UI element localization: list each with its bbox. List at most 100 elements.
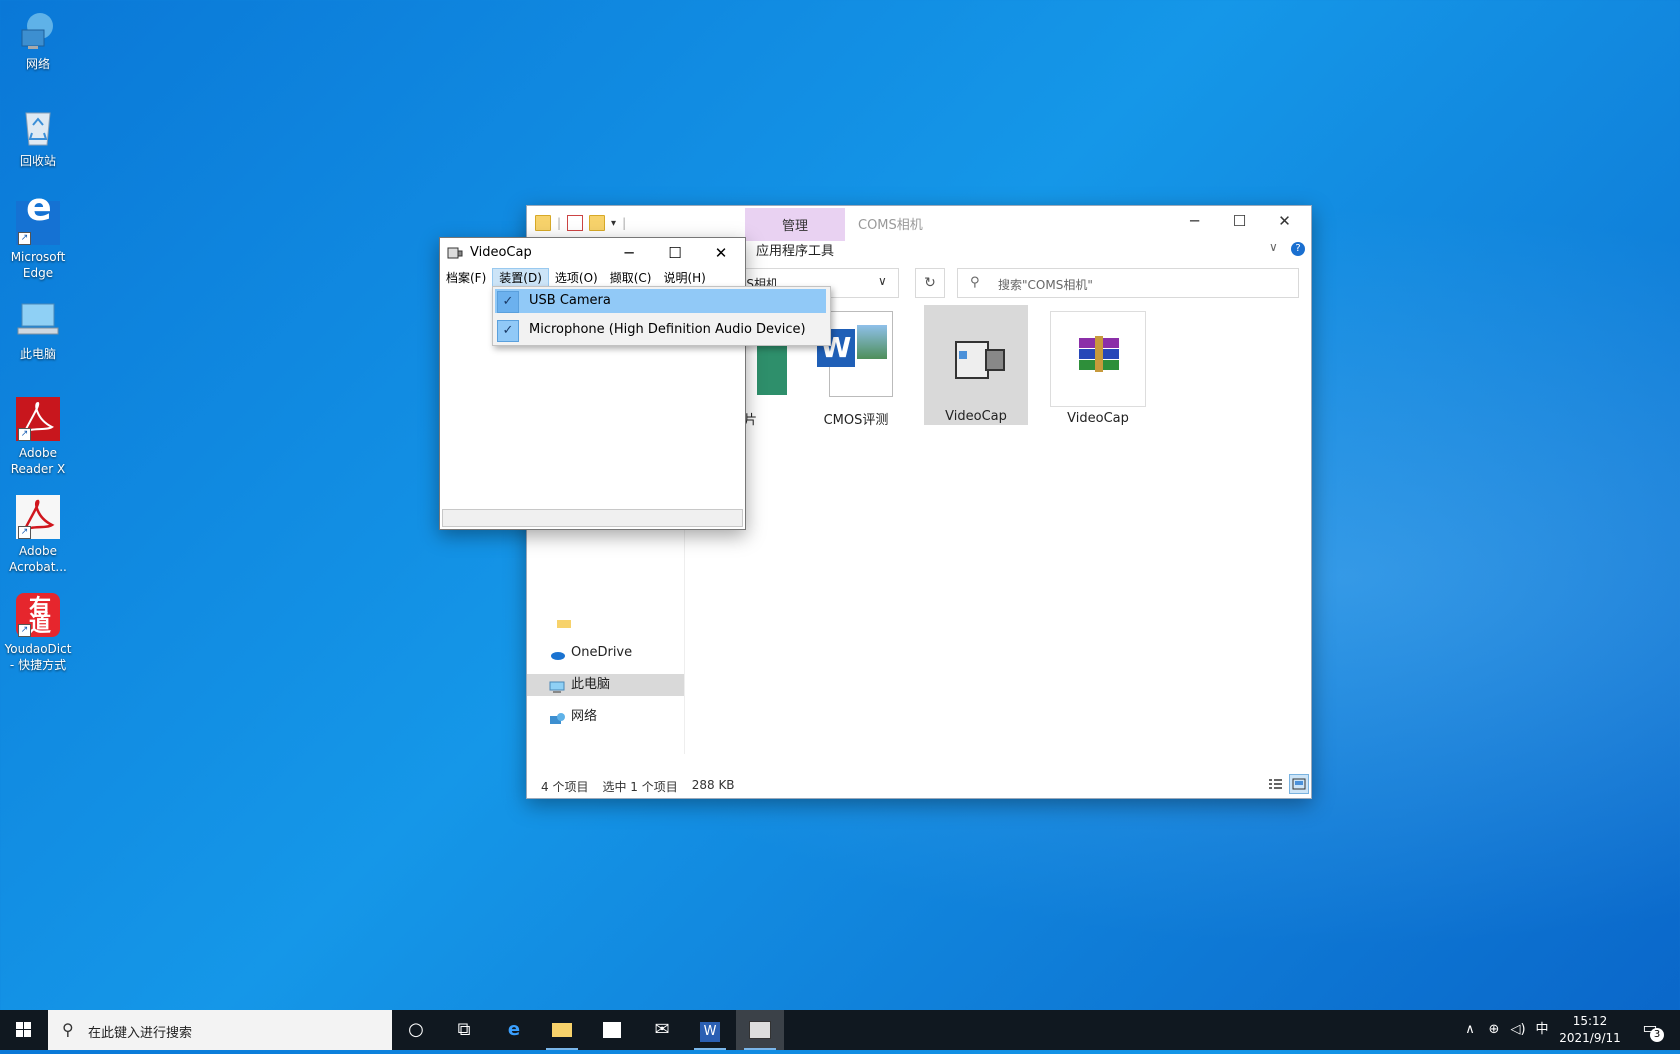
- shortcut-arrow-icon: ↗: [18, 526, 31, 539]
- check-icon: ✓: [497, 291, 519, 313]
- nav-label: 此电脑: [571, 677, 611, 692]
- videocap-status-bar: [442, 509, 743, 527]
- volume-icon[interactable]: ◁): [1508, 1010, 1528, 1050]
- menu-bar: 档案(F) 装置(D) 选项(O) 撷取(C) 说明(H): [440, 268, 745, 288]
- menu-item-label: Microphone (High Definition Audio Device…: [529, 322, 806, 337]
- videocap-titlebar: VideoCap ─ ☐ ✕: [440, 238, 745, 268]
- file-explorer-taskbar-icon[interactable]: [538, 1010, 586, 1050]
- selected-count: 选中 1 个项目: [602, 780, 678, 794]
- chevron-down-icon[interactable]: ∨: [878, 274, 887, 288]
- winrar-icon: [1050, 311, 1146, 407]
- maximize-button[interactable]: ☐: [652, 238, 698, 268]
- videocap-window: VideoCap ─ ☐ ✕ 档案(F) 装置(D) 选项(O) 撷取(C) 说…: [439, 237, 746, 530]
- this-pc-icon: [16, 298, 60, 342]
- new-folder-icon[interactable]: [589, 215, 606, 231]
- nav-label: OneDrive: [571, 645, 633, 660]
- menu-capture[interactable]: 撷取(C): [604, 268, 658, 288]
- search-icon: ⚲: [970, 275, 980, 290]
- start-button[interactable]: [0, 1010, 48, 1050]
- ribbon-manage-tab[interactable]: 管理 应用程序工具: [745, 208, 845, 263]
- this-pc-icon: [549, 679, 565, 693]
- desktop-icon-youdao[interactable]: 有道 ↗ YoudaoDict - 快捷方式: [2, 593, 74, 673]
- refresh-button[interactable]: ↻: [915, 268, 945, 298]
- nav-item-onedrive[interactable]: OneDrive: [549, 642, 632, 664]
- nav-label: 网络: [571, 709, 598, 724]
- youdao-icon: 有道 ↗: [16, 593, 60, 637]
- system-clock[interactable]: 15:12 2021/9/11: [1555, 1013, 1625, 1047]
- task-view-icon[interactable]: ⧉: [440, 1010, 488, 1050]
- minimize-button[interactable]: ─: [606, 238, 652, 268]
- videocap-app-icon: [447, 245, 463, 261]
- properties-icon[interactable]: [567, 215, 584, 231]
- close-button[interactable]: ✕: [698, 238, 744, 268]
- videocap-taskbar-icon[interactable]: [736, 1010, 784, 1050]
- status-bar: 4 个项目 选中 1 个项目 288 KB: [541, 778, 735, 795]
- globe-network-icon[interactable]: ⊕: [1484, 1010, 1504, 1050]
- file-item-selected[interactable]: VideoCap: [924, 305, 1028, 425]
- menu-file[interactable]: 档案(F): [440, 268, 492, 288]
- file-item[interactable]: VideoCap: [1046, 305, 1150, 426]
- mail-taskbar-icon[interactable]: ✉: [638, 1010, 686, 1050]
- desktop-icon-adobe-acrobat[interactable]: ↗ Adobe Acrobat...: [2, 495, 74, 575]
- desktop-icon-label: 网络: [25, 57, 50, 71]
- menu-options[interactable]: 选项(O): [549, 268, 604, 288]
- quick-access-toolbar: | ▾ |: [535, 214, 626, 232]
- view-toggle: [1265, 774, 1309, 794]
- edge-icon: e ↗: [16, 188, 60, 245]
- separator: |: [622, 216, 627, 230]
- menu-item-microphone[interactable]: ✓ Microphone (High Definition Audio Devi…: [495, 318, 826, 342]
- separator: |: [557, 216, 562, 230]
- ribbon-expand-icon[interactable]: ∨: [1269, 240, 1278, 254]
- taskbar-search-box[interactable]: ⚲ 在此键入进行搜索: [48, 1010, 392, 1050]
- word-taskbar-icon[interactable]: W: [686, 1010, 734, 1050]
- cortana-icon[interactable]: ○: [392, 1010, 440, 1050]
- menu-item-label: USB Camera: [529, 293, 611, 308]
- shortcut-arrow-icon: ↗: [18, 232, 31, 245]
- desktop-icon-this-pc[interactable]: 此电脑: [2, 298, 74, 362]
- nav-item-network[interactable]: 网络: [549, 706, 597, 728]
- search-box[interactable]: ⚲ 搜索"COMS相机": [957, 268, 1299, 298]
- notification-badge: 3: [1650, 1028, 1664, 1042]
- file-label: VideoCap: [1067, 411, 1129, 426]
- action-center-button[interactable]: ▭ 3: [1638, 1018, 1664, 1042]
- desktop-icon-label: YoudaoDict - 快捷方式: [4, 642, 72, 672]
- maximize-button[interactable]: ☐: [1217, 206, 1262, 236]
- desktop-icon-label: 回收站: [19, 154, 56, 168]
- menu-device[interactable]: 装置(D): [492, 268, 549, 288]
- desktop-icon-label: Adobe Acrobat...: [9, 544, 67, 574]
- folder-icon[interactable]: [535, 215, 551, 231]
- desktop-icon-recycle-bin[interactable]: 回收站: [2, 105, 74, 169]
- menu-item-usb-camera[interactable]: ✓ USB Camera: [495, 289, 826, 313]
- large-icons-view-icon[interactable]: [1289, 774, 1309, 794]
- menu-help[interactable]: 说明(H): [657, 268, 711, 288]
- desktop-icon-label: 此电脑: [19, 347, 56, 361]
- chevron-down-icon[interactable]: ▾: [611, 218, 616, 229]
- window-title: COMS相机: [858, 218, 923, 233]
- adobe-acrobat-icon: ↗: [16, 495, 60, 539]
- app-tools-tab[interactable]: 应用程序工具: [745, 241, 845, 263]
- item-count: 4 个项目: [541, 780, 589, 794]
- desktop-icon-network[interactable]: 网络: [2, 8, 74, 72]
- store-taskbar-icon[interactable]: [588, 1010, 636, 1050]
- edge-taskbar-icon[interactable]: e: [490, 1010, 538, 1050]
- details-view-icon[interactable]: [1265, 774, 1285, 794]
- help-icon[interactable]: ?: [1291, 242, 1305, 256]
- minimize-button[interactable]: ─: [1172, 206, 1217, 236]
- desktop-icon-edge[interactable]: e ↗ Microsoft Edge: [2, 188, 74, 281]
- search-placeholder: 搜索"COMS相机": [998, 278, 1093, 292]
- network-icon: [549, 711, 565, 724]
- selected-size: 288 KB: [691, 778, 735, 792]
- clock-time: 15:12: [1572, 1014, 1608, 1028]
- close-button[interactable]: ✕: [1262, 206, 1307, 236]
- chevron-up-icon[interactable]: ∧: [1462, 1010, 1478, 1050]
- windows-start-icon: [16, 1022, 31, 1037]
- ime-indicator[interactable]: 中: [1532, 1010, 1552, 1050]
- file-label: VideoCap: [945, 409, 1007, 424]
- search-placeholder: 在此键入进行搜索: [88, 1026, 193, 1041]
- taskbar: ⚲ 在此键入进行搜索 ○ ⧉ e ✉ W ∧ ⊕ ◁) 中 15:12 2021…: [0, 1010, 1680, 1050]
- device-dropdown-menu: ✓ USB Camera ✓ Microphone (High Definiti…: [492, 286, 831, 346]
- nav-item-this-pc[interactable]: 此电脑: [527, 674, 684, 696]
- desktop-icon-label: Adobe Reader X: [10, 446, 66, 476]
- shortcut-arrow-icon: ↗: [18, 624, 31, 637]
- desktop-icon-adobe-reader[interactable]: ↗ Adobe Reader X: [2, 397, 74, 477]
